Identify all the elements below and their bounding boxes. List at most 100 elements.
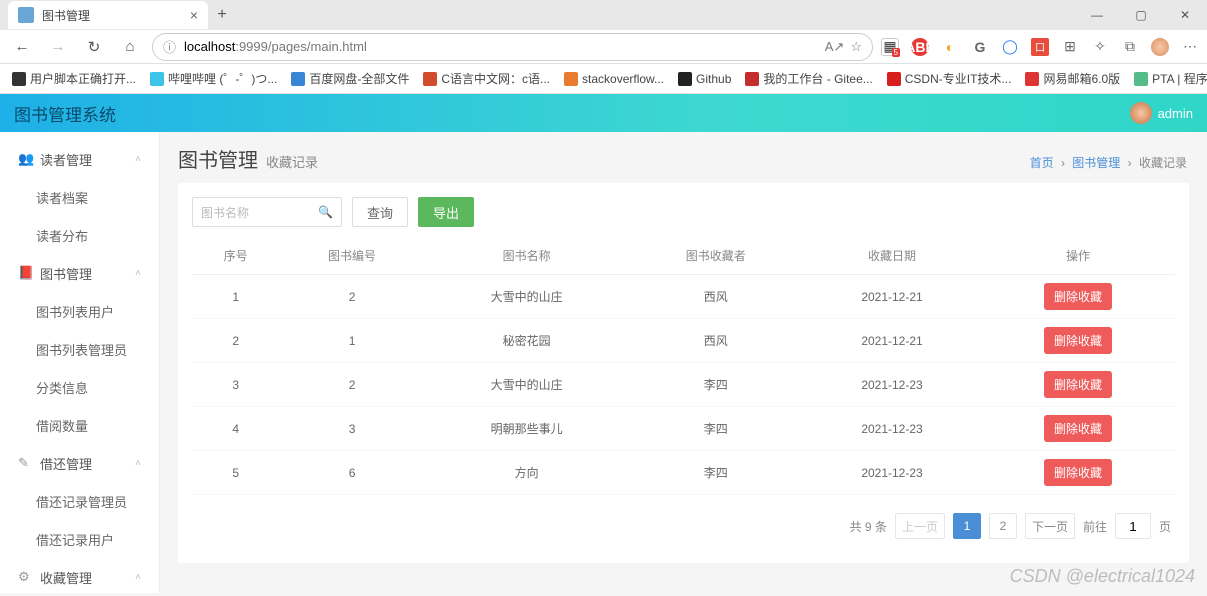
browser-tab[interactable]: 图书管理 × [8,1,208,29]
extensions-icon[interactable]: ⊞ [1061,38,1079,56]
sidebar-item[interactable]: 图书列表用户 [0,292,159,330]
table-header: 收藏日期 [803,237,981,275]
sidebar-item[interactable]: 读者分布 [0,216,159,254]
nav-reload-icon[interactable]: ↻ [80,33,108,61]
cell-collector: 李四 [628,363,803,407]
cell-code: 6 [279,451,424,495]
bookmark-item[interactable]: 网易邮箱6.0版 [1021,70,1124,87]
search-placeholder: 图书名称 [201,204,249,221]
bookmark-favicon [150,72,164,86]
bookmark-item[interactable]: C语言中文网：c语... [419,70,554,87]
delete-button[interactable]: 删除收藏 [1044,371,1112,398]
collections-icon[interactable]: ⧉ [1121,38,1139,56]
cell-collector: 西风 [628,275,803,319]
table-row: 12大雪中的山庄西风2021-12-21删除收藏 [192,275,1175,319]
search-icon[interactable]: 🔍 [318,205,333,219]
adblock-icon[interactable]: ABP [911,38,929,56]
bookmark-item[interactable]: CSDN-专业IT技术... [883,70,1016,87]
tab-close-icon[interactable]: × [190,7,198,23]
sidebar-group[interactable]: ⚙收藏管理˄ [0,558,159,596]
cell-name: 大雪中的山庄 [425,275,629,319]
new-tab-button[interactable]: + [208,1,236,29]
export-button[interactable]: 导出 [418,197,474,227]
search-input[interactable]: 图书名称 🔍 [192,197,342,227]
favorites-menu-icon[interactable]: ✧ [1091,38,1109,56]
pager-page-2[interactable]: 2 [989,513,1017,539]
nav-back-icon[interactable]: ← [8,33,36,61]
crumb-home[interactable]: 首页 [1030,156,1054,170]
bookmark-label: PTA | 程序设计类实... [1152,70,1207,87]
bookmark-favicon [423,72,437,86]
ext-icon-1[interactable]: ◐ [941,38,959,56]
cell-code: 1 [279,319,424,363]
sidebar-item[interactable]: 分类信息 [0,368,159,406]
cell-collector: 李四 [628,407,803,451]
bookmarks-bar: 用户脚本正确打开... 哔哩哔哩 (゜-゜)つ... 百度网盘-全部文件 C语言中文网… [0,64,1207,94]
bookmark-favicon [745,72,759,86]
bookmark-item[interactable]: 我的工作台 - Gitee... [741,70,876,87]
window-maximize-icon[interactable]: ▢ [1119,0,1163,30]
bookmark-label: stackoverflow... [582,72,664,86]
bookmark-label: C语言中文网：c语... [441,70,550,87]
sidebar-group[interactable]: 👥读者管理˄ [0,140,159,178]
user-name[interactable]: admin [1158,106,1193,121]
bookmark-label: 哔哩哔哩 (゜-゜)つ... [168,70,277,87]
cell-date: 2021-12-23 [803,363,981,407]
pager-prev[interactable]: 上一页 [895,513,945,539]
bookmark-item[interactable]: Github [674,72,735,86]
sidebar-group[interactable]: ✎借还管理˄ [0,444,159,482]
url-input[interactable]: ⓘ localhost:9999/pages/main.html Α↗ ☆ [152,33,873,61]
delete-button[interactable]: 删除收藏 [1044,415,1112,442]
delete-button[interactable]: 删除收藏 [1044,327,1112,354]
sidebar-item[interactable]: 借阅数量 [0,406,159,444]
bookmark-item[interactable]: 哔哩哔哩 (゜-゜)つ... [146,70,281,87]
nav-home-icon[interactable]: ⌂ [116,33,144,61]
bookmark-item[interactable]: stackoverflow... [560,72,668,86]
bookmark-item[interactable]: PTA | 程序设计类实... [1130,70,1207,87]
bookmark-item[interactable]: 百度网盘-全部文件 [287,70,413,87]
bookmark-favicon [291,72,305,86]
favorite-icon[interactable]: ☆ [850,39,862,55]
site-info-icon[interactable]: ⓘ [163,37,176,56]
cell-code: 2 [279,363,424,407]
cell-date: 2021-12-23 [803,451,981,495]
chevron-icon: ˄ [135,268,141,279]
profile-avatar[interactable] [1151,38,1169,56]
ext-icon-3[interactable]: ◯ [1001,38,1019,56]
sidebar-group-label: 读者管理 [40,150,92,169]
pager-goto-input[interactable] [1115,513,1151,539]
pager-page-1[interactable]: 1 [953,513,981,539]
extension-badge-icon[interactable]: ▦ [881,38,899,56]
chevron-icon: ˄ [135,572,141,583]
ext-icon-4[interactable]: 口 [1031,38,1049,56]
query-button[interactable]: 查询 [352,197,408,227]
reader-mode-icon[interactable]: Α↗ [825,39,845,55]
sidebar-group[interactable]: 📕图书管理˄ [0,254,159,292]
sidebar-group-label: 借还管理 [40,454,92,473]
crumb-mid[interactable]: 图书管理 [1072,156,1120,170]
window-close-icon[interactable]: ✕ [1163,0,1207,30]
url-host: localhost [184,39,235,54]
user-avatar[interactable] [1130,102,1152,124]
bookmark-favicon [678,72,692,86]
table-row: 56方向李四2021-12-23删除收藏 [192,451,1175,495]
bookmark-label: 我的工作台 - Gitee... [763,70,872,87]
delete-button[interactable]: 删除收藏 [1044,283,1112,310]
cell-code: 3 [279,407,424,451]
bookmark-item[interactable]: 用户脚本正确打开... [8,70,140,87]
sidebar-item[interactable]: 图书列表管理员 [0,330,159,368]
cell-collector: 西风 [628,319,803,363]
sidebar-item[interactable]: 借还记录管理员 [0,482,159,520]
bookmark-label: Github [696,72,731,86]
delete-button[interactable]: 删除收藏 [1044,459,1112,486]
window-minimize-icon[interactable]: ― [1075,0,1119,30]
app-title: 图书管理系统 [14,101,116,126]
pager-next[interactable]: 下一页 [1025,513,1075,539]
more-menu-icon[interactable]: ⋯ [1181,38,1199,56]
crumb-leaf: 收藏记录 [1139,156,1187,170]
sidebar-item[interactable]: 读者档案 [0,178,159,216]
sidebar-item[interactable]: 借还记录用户 [0,520,159,558]
sidebar: 👥读者管理˄读者档案读者分布📕图书管理˄图书列表用户图书列表管理员分类信息借阅数… [0,132,160,593]
ext-icon-2[interactable]: G [971,38,989,56]
bookmark-label: 用户脚本正确打开... [30,70,136,87]
